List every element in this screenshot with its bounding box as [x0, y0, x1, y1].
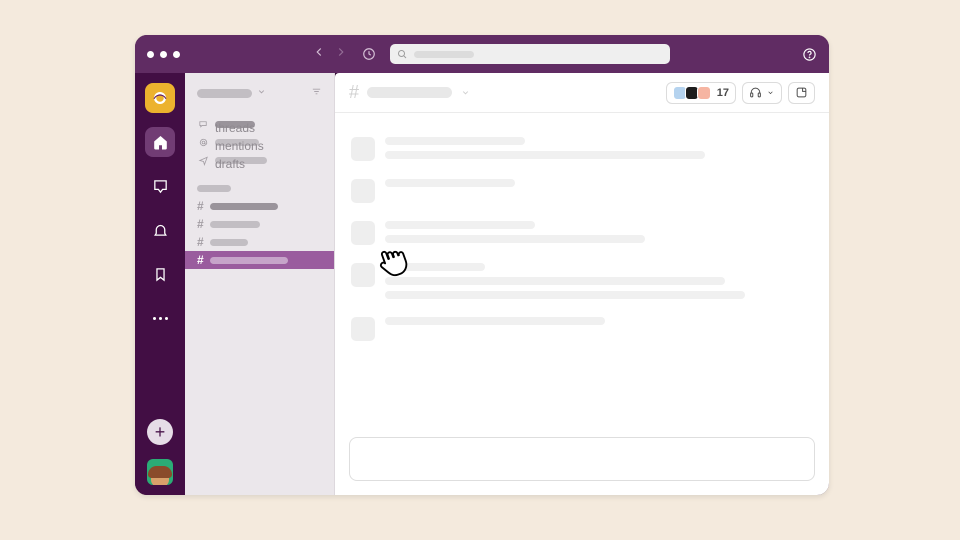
- message-item[interactable]: [351, 263, 813, 299]
- help-icon[interactable]: [801, 46, 817, 62]
- members-pill[interactable]: 17: [666, 82, 736, 104]
- message-item[interactable]: [351, 137, 813, 161]
- filter-icon[interactable]: [311, 84, 322, 102]
- home-icon: [152, 134, 169, 151]
- at-icon: [197, 137, 209, 148]
- nav-rail: +: [135, 73, 185, 495]
- message-item[interactable]: [351, 221, 813, 245]
- window-dot[interactable]: [173, 51, 180, 58]
- sidebar-channel[interactable]: #: [185, 215, 334, 233]
- search-icon: [396, 48, 408, 60]
- workspace-logo-icon: [151, 89, 169, 107]
- rail-dms[interactable]: [145, 171, 175, 201]
- message-item[interactable]: [351, 317, 813, 341]
- rail-later[interactable]: [145, 259, 175, 289]
- hash-icon: #: [197, 199, 204, 213]
- workspace-header[interactable]: [185, 73, 334, 113]
- window-controls[interactable]: [147, 51, 180, 58]
- workspace-name: [197, 89, 252, 98]
- hash-icon: #: [349, 82, 359, 103]
- sidebar-item-label: mentions: [215, 139, 259, 146]
- channel-name: [210, 221, 260, 228]
- rail-more[interactable]: [145, 303, 175, 333]
- app-window: + threads mentions dr: [135, 35, 829, 495]
- channel-sidebar: threads mentions drafts # # #: [185, 73, 335, 495]
- nav-forward-icon[interactable]: [334, 45, 348, 64]
- bell-icon: [152, 222, 169, 239]
- chevron-down-icon: [256, 84, 267, 102]
- sidebar-item-label: threads: [215, 121, 255, 128]
- bookmark-icon: [152, 266, 169, 283]
- sidebar-threads[interactable]: threads: [185, 115, 334, 133]
- hash-icon: #: [197, 217, 204, 231]
- message-composer[interactable]: [349, 437, 815, 481]
- sidebar-section-header[interactable]: [185, 179, 334, 197]
- chat-icon: [152, 178, 169, 195]
- channel-name: [210, 239, 248, 246]
- send-icon: [197, 155, 209, 166]
- message-item[interactable]: [351, 179, 813, 203]
- threads-icon: [197, 119, 209, 130]
- message-avatar: [351, 263, 375, 287]
- plus-icon: +: [155, 422, 166, 443]
- member-avatar: [697, 86, 711, 100]
- huddle-button[interactable]: [742, 82, 782, 104]
- headphones-icon: [749, 86, 762, 99]
- hash-icon: #: [197, 253, 204, 267]
- message-avatar: [351, 317, 375, 341]
- sidebar-section-label: [197, 185, 231, 192]
- sidebar-mentions[interactable]: mentions: [185, 133, 334, 151]
- workspace-switcher[interactable]: [145, 83, 175, 113]
- hash-icon: #: [197, 235, 204, 249]
- channel-name: [210, 257, 288, 264]
- sidebar-channel-selected[interactable]: #: [185, 251, 334, 269]
- rail-activity[interactable]: [145, 215, 175, 245]
- message-list: [335, 113, 829, 437]
- nav-back-icon[interactable]: [312, 45, 326, 64]
- canvas-button[interactable]: [788, 82, 815, 104]
- chevron-down-icon[interactable]: [460, 87, 471, 98]
- sidebar-channel[interactable]: #: [185, 233, 334, 251]
- channel-header: # 17: [335, 73, 829, 113]
- cursor-hand-icon: [373, 244, 409, 280]
- sidebar-channel[interactable]: #: [185, 197, 334, 215]
- search-placeholder: [414, 51, 474, 58]
- add-button[interactable]: +: [147, 419, 173, 445]
- channel-view: # 17: [335, 73, 829, 495]
- channel-name: [210, 203, 278, 210]
- sidebar-item-label: drafts: [215, 157, 267, 164]
- window-dot[interactable]: [147, 51, 154, 58]
- titlebar: [135, 35, 829, 73]
- sidebar-drafts[interactable]: drafts: [185, 151, 334, 169]
- message-avatar: [351, 221, 375, 245]
- history-icon[interactable]: [362, 47, 376, 61]
- rail-home[interactable]: [145, 127, 175, 157]
- user-avatar[interactable]: [147, 459, 173, 485]
- search-input[interactable]: [390, 44, 670, 64]
- message-avatar: [351, 179, 375, 203]
- window-dot[interactable]: [160, 51, 167, 58]
- chevron-down-icon: [766, 88, 775, 97]
- channel-title[interactable]: [367, 87, 452, 98]
- message-avatar: [351, 137, 375, 161]
- canvas-icon: [795, 86, 808, 99]
- member-count: 17: [717, 87, 729, 99]
